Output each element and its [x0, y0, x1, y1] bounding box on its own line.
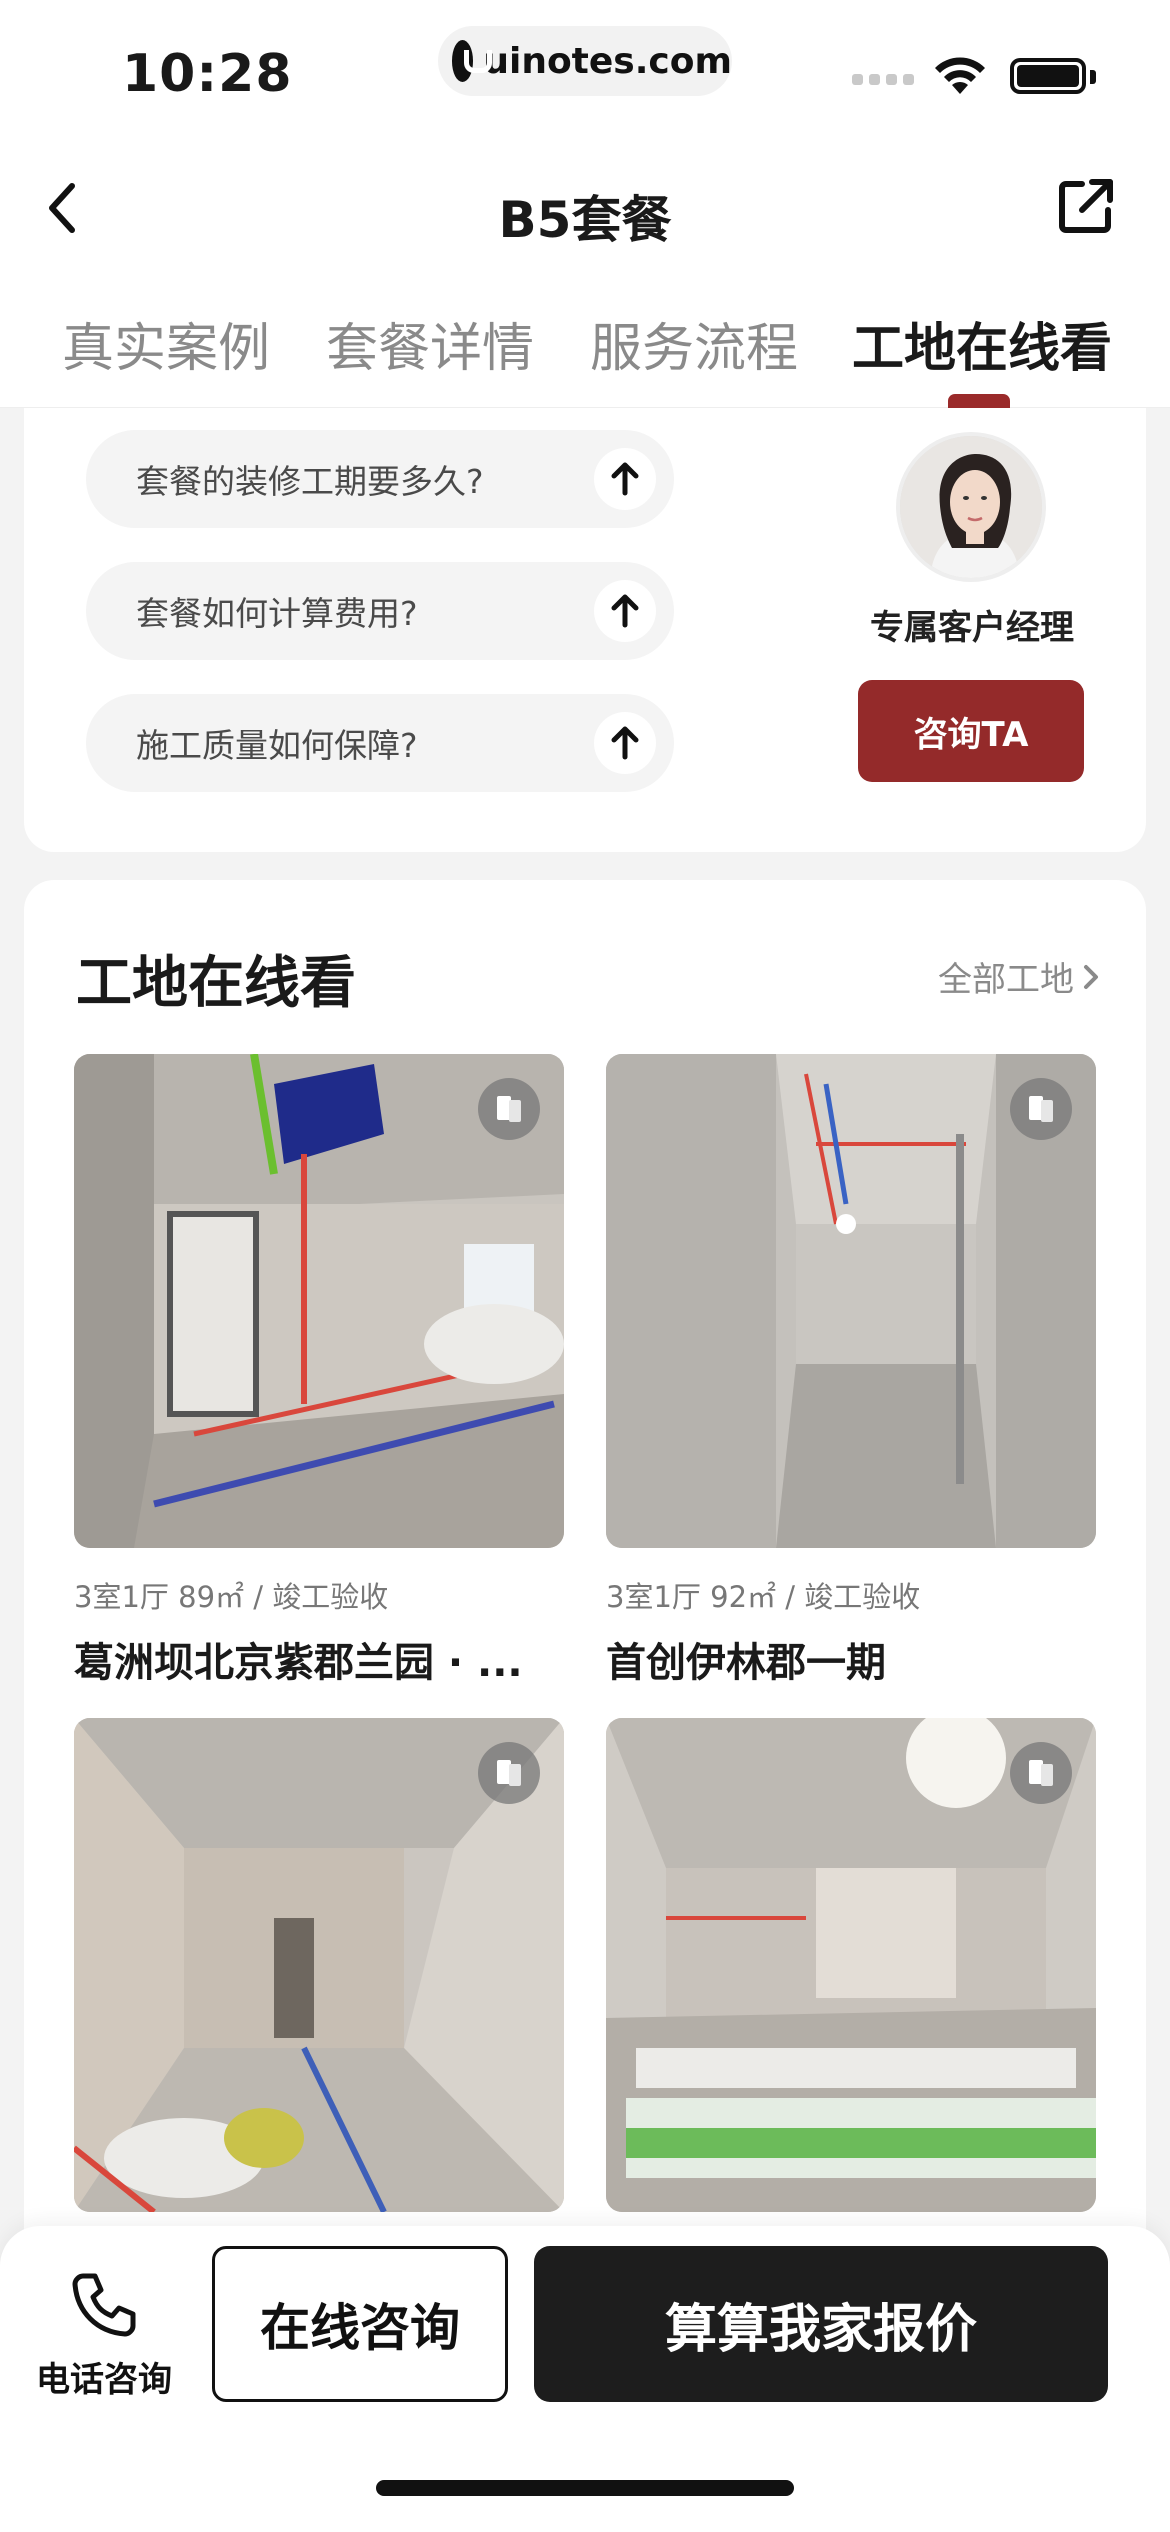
chevron-right-icon	[1084, 964, 1098, 989]
arrow-up-icon	[594, 448, 656, 510]
site-photo	[74, 1054, 564, 1548]
tab-service-process[interactable]: 服务流程	[590, 306, 798, 381]
phone-consult-button[interactable]: 电话咨询	[26, 2256, 182, 2401]
online-consult-button[interactable]: 在线咨询	[212, 2246, 508, 2402]
vr-view-icon	[478, 1742, 540, 1804]
url-text: uinotes.com	[483, 40, 732, 82]
site-card[interactable]: 3室1厅 89㎡ / 竣工验收 葛洲坝北京紫郡兰园 · ...	[74, 1054, 564, 1688]
calculate-quote-button[interactable]: 算算我家报价	[534, 2246, 1108, 2402]
section-title: 工地在线看	[76, 951, 356, 1016]
cellular-signal-icon	[852, 74, 914, 85]
status-bar: 10:28 uinotes.com	[0, 0, 1170, 140]
faq-card: 套餐的装修工期要多久? 套餐如何计算费用? 施工质量如何保障? 专属客户经理 咨…	[24, 408, 1146, 852]
battery-icon	[1010, 58, 1086, 94]
arrow-up-icon	[594, 580, 656, 642]
page-title: B5套餐	[498, 191, 672, 249]
tab-real-cases[interactable]: 真实案例	[62, 306, 270, 381]
site-photo	[606, 1718, 1096, 2212]
vr-view-icon	[478, 1078, 540, 1140]
all-sites-link[interactable]: 全部工地	[938, 952, 1100, 1001]
battery-cap	[1090, 70, 1096, 84]
site-meta: 3室1厅 89㎡ / 竣工验收	[74, 1580, 389, 1614]
faq-question-text: 套餐的装修工期要多久?	[136, 462, 484, 501]
site-card[interactable]: 3室1厅 92㎡ / 竣工验收 首创伊林郡一期	[606, 1054, 1096, 1688]
all-sites-label: 全部工地	[938, 960, 1074, 1000]
site-photo	[606, 1054, 1096, 1548]
site-name: 首创伊林郡一期	[606, 1640, 886, 1686]
share-external-icon[interactable]	[1056, 176, 1116, 236]
phone-icon	[72, 2273, 136, 2337]
arrow-up-icon	[594, 712, 656, 774]
site-card[interactable]	[74, 1718, 564, 2212]
tab-bar: 真实案例 套餐详情 服务流程 工地在线看	[0, 270, 1170, 408]
site-meta: 3室1厅 92㎡ / 竣工验收	[606, 1580, 921, 1614]
consult-advisor-button[interactable]: 咨询TA	[858, 680, 1084, 782]
faq-question-text: 施工质量如何保障?	[136, 726, 418, 765]
site-photo	[74, 1718, 564, 2212]
wifi-icon	[935, 57, 985, 94]
site-card[interactable]	[606, 1718, 1096, 2212]
site-logo-icon	[452, 40, 493, 82]
status-time: 10:28	[122, 44, 293, 104]
tab-package-details[interactable]: 套餐详情	[326, 306, 534, 381]
home-indicator	[376, 2480, 794, 2496]
vr-view-icon	[1010, 1742, 1072, 1804]
advisor-avatar[interactable]	[896, 432, 1046, 582]
faq-question[interactable]: 施工质量如何保障?	[86, 694, 674, 792]
phone-consult-label: 电话咨询	[36, 2360, 172, 2400]
vr-view-icon	[1010, 1078, 1072, 1140]
advisor-label: 专属客户经理	[870, 608, 1074, 648]
page: 10:28 uinotes.com B5套餐 真实案例 套餐详情 服务流程 工地…	[0, 0, 1170, 2532]
faq-question[interactable]: 套餐的装修工期要多久?	[86, 430, 674, 528]
faq-question[interactable]: 套餐如何计算费用?	[86, 562, 674, 660]
nav-bar: B5套餐	[0, 140, 1170, 270]
tab-site-online[interactable]: 工地在线看	[852, 306, 1112, 381]
site-name: 葛洲坝北京紫郡兰园 · ...	[74, 1640, 523, 1686]
tab-active-indicator	[948, 394, 1010, 408]
faq-question-text: 套餐如何计算费用?	[136, 594, 418, 633]
url-pill[interactable]: uinotes.com	[438, 26, 732, 96]
